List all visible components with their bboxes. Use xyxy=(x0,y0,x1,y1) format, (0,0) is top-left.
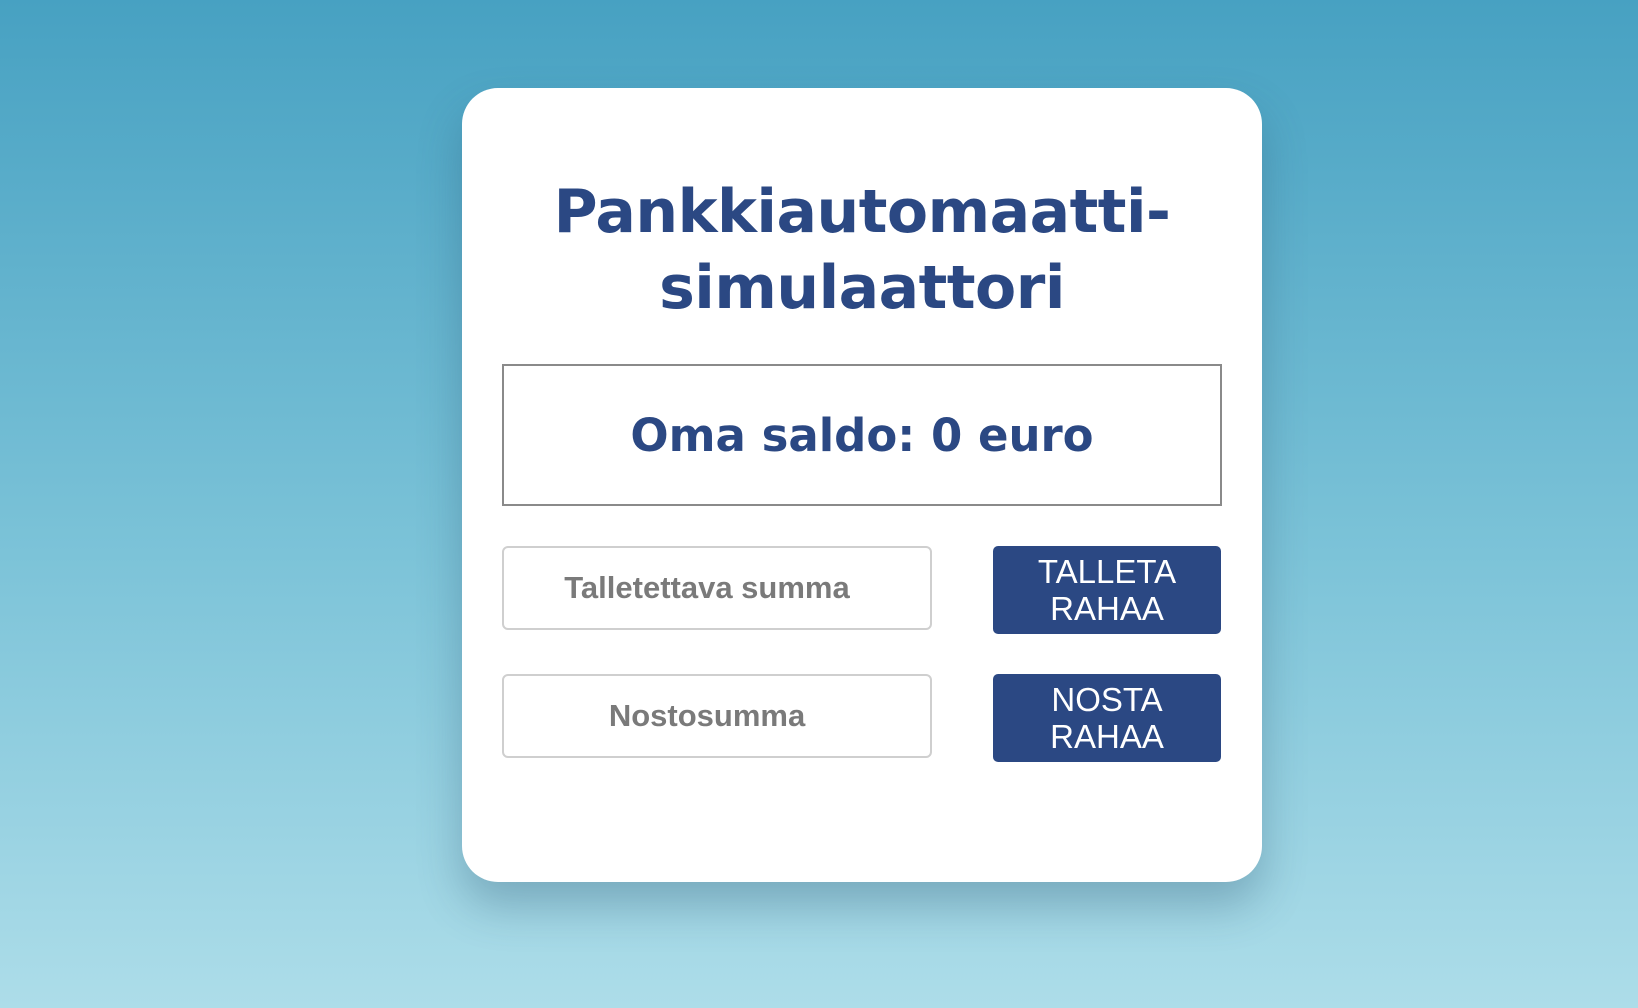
balance-label: Oma saldo: xyxy=(630,408,916,462)
withdraw-button[interactable]: NOSTA RAHAA xyxy=(993,674,1221,762)
atm-card: Pankkiautomaatti- simulaattori Oma saldo… xyxy=(462,88,1262,882)
balance-amount: 0 xyxy=(930,408,963,462)
title-line-2: simulaattori xyxy=(659,253,1065,323)
deposit-amount-input[interactable] xyxy=(502,546,932,630)
page-title: Pankkiautomaatti- simulaattori xyxy=(462,174,1262,326)
withdraw-amount-input[interactable] xyxy=(502,674,932,758)
balance-display: Oma saldo: 0 euro xyxy=(502,364,1222,506)
balance-unit: euro xyxy=(977,408,1094,462)
title-line-1: Pankkiautomaatti- xyxy=(553,177,1171,247)
deposit-button[interactable]: TALLETA RAHAA xyxy=(993,546,1221,634)
